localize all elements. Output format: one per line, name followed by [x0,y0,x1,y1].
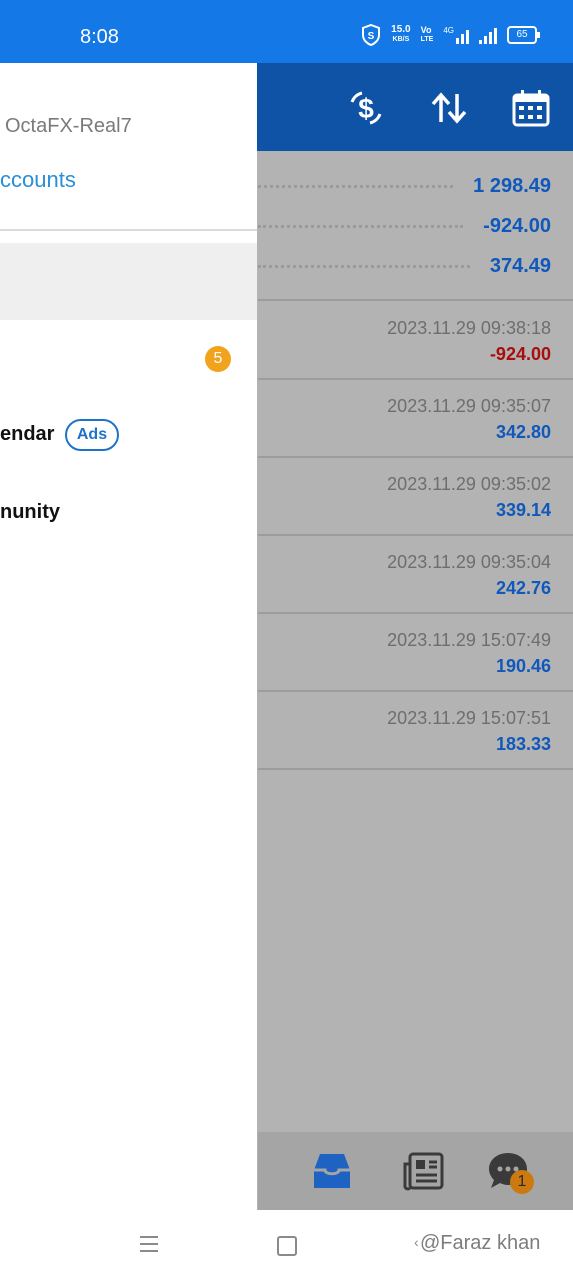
signal-icon-2 [479,26,497,44]
recent-apps-icon[interactable] [139,1234,159,1254]
shield-icon: S [362,24,381,46]
currency-exchange-icon[interactable]: $ [346,88,386,128]
deal-row[interactable]: 2023.11.29 09:35:07 342.80 [258,380,573,456]
signal-icon: 4G [443,26,469,44]
navigation-drawer: OctaFX-Real7 ccounts 5 endar Ads nunity [0,63,257,1210]
svg-text:S: S [368,31,375,42]
status-icons: S 15.0 KB/S Vo LTE 4G 65 [361,24,540,46]
mailbox-badge: 5 [205,346,231,372]
deal-row[interactable]: 2023.11.29 09:35:04 242.76 [258,536,573,612]
deal-datetime: 2023.11.29 15:07:51 [387,708,551,728]
network-speed: 15.0 KB/S [391,25,410,45]
drawer-item-calendar[interactable]: endar [0,423,54,446]
deal-row[interactable]: 2023.11.29 09:38:18 -924.00 [258,302,573,378]
summary-row-loss: -924.00 [258,206,551,246]
summary-value: 374.49 [489,254,551,277]
volte-indicator: Vo LTE [421,26,434,44]
network-speed-value: 15.0 [391,24,411,35]
drawer-item-selected[interactable] [0,243,257,320]
drawer-item-community[interactable]: nunity [0,501,60,524]
deal-datetime: 2023.11.29 09:38:18 [387,318,551,338]
deal-datetime: 2023.11.29 09:35:02 [387,474,551,494]
deal-datetime: 2023.11.29 09:35:07 [387,396,551,416]
watermark: @Faraz khan [420,1232,541,1254]
deal-profit: 342.80 [495,422,551,442]
bottom-navigation: 1 [258,1132,573,1210]
deal-profit: 339.14 [495,500,551,520]
deal-datetime: 2023.11.29 15:07:49 [387,630,551,650]
deal-row[interactable]: 2023.11.29 09:35:02 339.14 [258,458,573,534]
volte-top: Vo [420,25,432,35]
news-icon[interactable] [402,1150,446,1192]
network-speed-unit: KB/S [392,36,410,43]
svg-text:$: $ [358,93,374,124]
summary-row-profit: 1 298.49 [258,166,551,206]
dotted-leader [258,184,454,188]
clock: 8:08 [80,26,119,48]
divider [258,768,573,770]
sort-icon[interactable] [429,88,469,128]
chat-badge: 1 [510,1170,534,1194]
summary-value: 1 298.49 [473,174,551,197]
summary-value: -924.00 [483,214,551,237]
inbox-icon[interactable] [310,1150,354,1192]
home-icon[interactable] [277,1236,297,1256]
ads-badge: Ads [65,419,119,451]
deal-profit: 183.33 [495,734,551,754]
summary-row-total: 374.49 [258,246,551,286]
deal-profit: 190.46 [495,656,551,676]
calendar-icon[interactable] [511,88,551,128]
system-nav-bar: ‹ @Faraz khan [0,1210,573,1280]
deal-row[interactable]: 2023.11.29 15:07:49 190.46 [258,614,573,690]
deal-row[interactable]: 2023.11.29 15:07:51 183.33 [258,692,573,768]
deal-profit: 242.76 [495,578,551,598]
volte-bottom: LTE [420,36,434,43]
battery-icon: 65 [507,26,540,44]
status-bar: 8:08 S 15.0 KB/S Vo LTE 4G 65 [0,0,573,63]
dotted-leader [258,224,464,228]
back-icon[interactable]: ‹ [414,1234,419,1250]
manage-accounts-link[interactable]: ccounts [0,167,76,193]
network-type: 4G [443,26,454,35]
dotted-leader [258,264,470,268]
account-server: OctaFX-Real7 [5,115,132,137]
deal-profit: -924.00 [489,344,551,364]
drawer-divider [0,229,257,231]
deal-datetime: 2023.11.29 09:35:04 [387,552,551,572]
divider [258,299,573,301]
